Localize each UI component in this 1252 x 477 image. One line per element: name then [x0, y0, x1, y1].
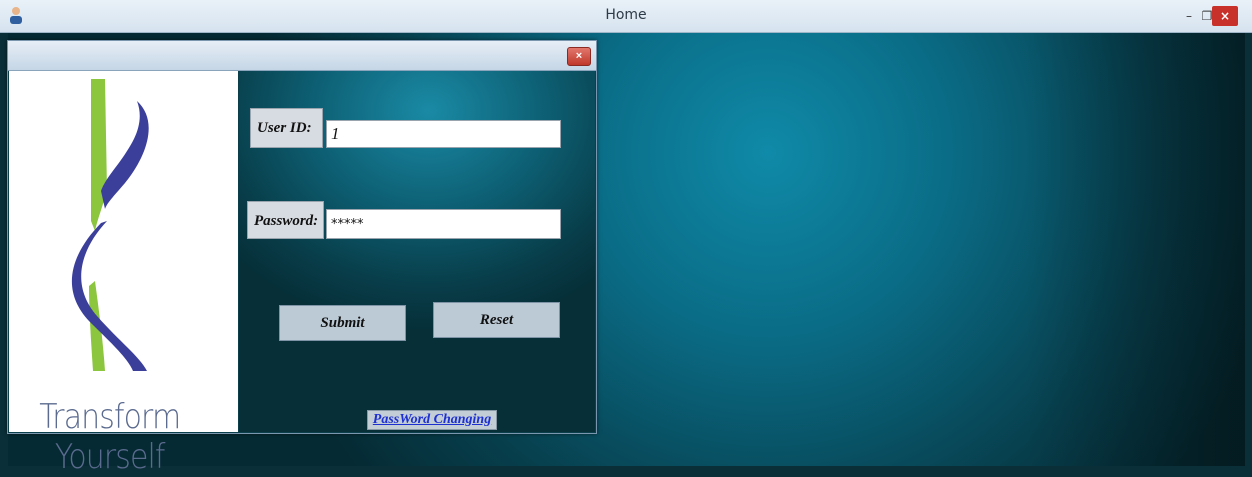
main-title-bar: Home – ❐ ×	[0, 0, 1252, 33]
logo-panel: Transform Yourself	[9, 71, 238, 477]
login-title-bar: ×	[8, 41, 596, 71]
login-form: User ID: Password: Submit Reset PassWord…	[239, 71, 595, 432]
minimize-button[interactable]: –	[1180, 6, 1198, 26]
password-label: Password:	[247, 201, 324, 239]
window-title: Home	[605, 7, 647, 23]
submit-button[interactable]: Submit	[279, 305, 406, 341]
close-button[interactable]: ×	[1212, 6, 1238, 26]
transform-yourself-logo	[71, 79, 149, 371]
password-input[interactable]	[326, 209, 561, 239]
user-id-label: User ID:	[250, 108, 323, 148]
password-change-link[interactable]: PassWord Changing	[367, 410, 497, 430]
login-window: × Transform Yourself User ID: Password: …	[7, 40, 597, 477]
user-id-input[interactable]	[326, 120, 561, 148]
reset-button[interactable]: Reset	[433, 302, 560, 338]
logo-tagline: Transform Yourself	[39, 397, 181, 477]
login-close-button[interactable]: ×	[567, 47, 591, 66]
